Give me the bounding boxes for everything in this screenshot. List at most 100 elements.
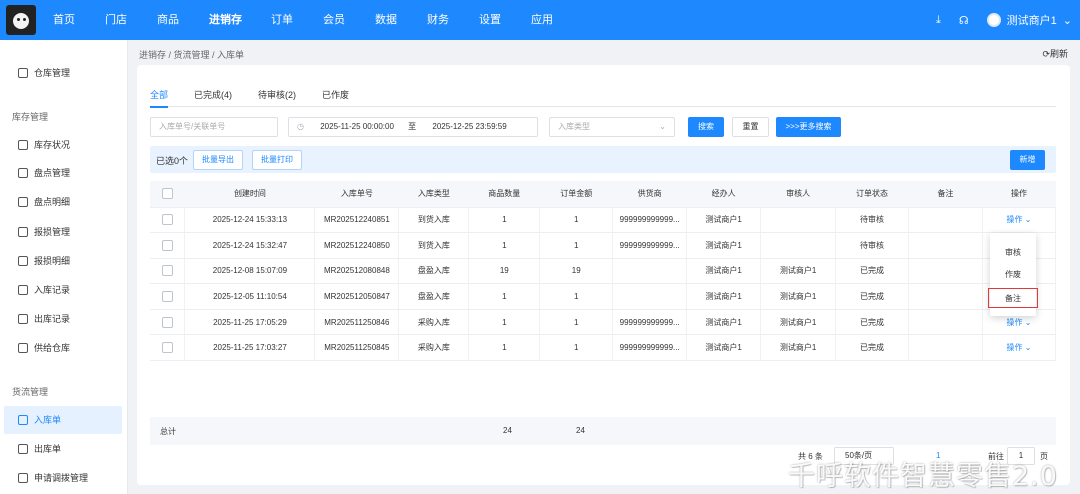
sidebar-item-inbound-order[interactable]: 入库单 — [4, 406, 122, 434]
logo-avatar[interactable] — [6, 5, 36, 35]
nav-home[interactable]: 首页 — [40, 0, 92, 40]
tab-pending[interactable]: 待审核(2) — [258, 83, 296, 107]
search-button[interactable]: 搜索 — [688, 117, 724, 137]
col-remark: 备注 — [908, 181, 983, 208]
col-amount: 订单金额 — [539, 181, 613, 208]
clock-icon: ◷ — [297, 122, 304, 131]
status-tabs: 全部 已完成(4) 待审核(2) 已作废 — [150, 83, 1056, 108]
document-icon — [18, 314, 28, 324]
chevron-down-icon: ⌄ — [659, 122, 666, 131]
tab-completed[interactable]: 已完成(4) — [194, 83, 232, 107]
inbound-type-select[interactable]: 入库类型 ⌄ — [549, 117, 675, 137]
top-navbar: 首页 门店 商品 进销存 订单 会员 数据 财务 设置 应用 ⤓ ☊ 测试商户1… — [0, 0, 1080, 40]
inbox-icon — [18, 415, 28, 425]
sidebar-item-inbound-records[interactable]: 入库记录 — [4, 276, 122, 304]
nav-data[interactable]: 数据 — [362, 0, 414, 40]
table-row: 2025-12-05 11:10:54 MR202512050847 盘盈入库 … — [150, 283, 1057, 310]
chevron-down-icon: ⌄ — [1024, 215, 1032, 225]
col-order-no: 入库单号 — [314, 181, 399, 208]
sidebar-item-outbound-order[interactable]: 出库单 — [4, 435, 122, 463]
refresh-button[interactable]: ⟳刷新 — [1042, 47, 1068, 60]
nav-orders[interactable]: 订单 — [258, 0, 310, 40]
col-handler: 经办人 — [686, 181, 761, 208]
add-new-button[interactable]: 新增 — [1010, 150, 1045, 170]
refresh-icon: ⟳ — [1042, 49, 1050, 59]
nav-apps[interactable]: 应用 — [518, 0, 570, 40]
date-range-picker[interactable]: ◷ 2025-11-25 00:00:00 至 2025-12-25 23:59… — [288, 117, 538, 137]
nav-store[interactable]: 门店 — [92, 0, 144, 40]
inbound-table: 创建时间 入库单号 入库类型 商品数量 订单金额 供货商 经办人 审核人 订单状… — [150, 181, 1057, 362]
reset-button[interactable]: 重置 — [732, 117, 769, 137]
row-action-button[interactable]: 操作 ⌄ — [982, 334, 1057, 362]
nav-goods[interactable]: 商品 — [144, 0, 196, 40]
nav-inventory[interactable]: 进销存 — [196, 0, 258, 40]
sidebar-item-loss-detail[interactable]: 报损明细 — [4, 247, 122, 275]
sidebar-section-title: 货流管理 — [12, 387, 49, 397]
sidebar-item-loss[interactable]: 报损管理 — [4, 218, 122, 246]
col-type: 入库类型 — [398, 181, 469, 208]
tab-voided[interactable]: 已作废 — [322, 83, 349, 107]
trash-icon — [18, 227, 28, 237]
menu-item-void[interactable]: 作废 — [990, 265, 1036, 285]
sidebar: 仓库管理 库存管理 库存状况 盘点管理 盘点明细 报损管理 报损明细 入库记录 … — [0, 40, 128, 494]
user-menu[interactable]: 测试商户1 ⌄ — [986, 12, 1072, 28]
document-icon — [18, 256, 28, 266]
row-checkbox[interactable] — [161, 342, 173, 354]
selection-bar: 已选0个 批量导出 批量打印 新增 — [150, 146, 1056, 173]
home-icon — [18, 168, 28, 178]
col-actions: 操作 — [982, 181, 1056, 208]
select-all-checkbox[interactable] — [161, 188, 173, 200]
sidebar-item-warehouse[interactable]: 仓库管理 — [4, 59, 122, 87]
nav-members[interactable]: 会员 — [310, 0, 362, 40]
col-created-time: 创建时间 — [184, 181, 315, 208]
table-row: 2025-12-24 15:33:13 MR202512240851 到货入库 … — [150, 207, 1057, 234]
total-amount: 24 — [576, 426, 585, 435]
sidebar-section-title: 库存管理 — [12, 112, 49, 122]
table-row: 2025-11-25 17:05:29 MR202511250846 采购入库 … — [150, 309, 1057, 336]
sidebar-item-stocktake-detail[interactable]: 盘点明细 — [4, 188, 122, 216]
row-checkbox[interactable] — [161, 239, 173, 251]
chevron-down-icon: ⌄ — [1024, 317, 1032, 327]
download-icon[interactable]: ⤓ — [936, 14, 941, 27]
chevron-down-icon: ⌄ — [1062, 14, 1072, 27]
col-status: 订单状态 — [835, 181, 909, 208]
menu-item-audit[interactable]: 审核 — [990, 243, 1036, 263]
sidebar-item-stock-status[interactable]: 库存状况 — [4, 131, 122, 159]
sidebar-item-outbound-records[interactable]: 出库记录 — [4, 305, 122, 333]
inbox-icon — [18, 444, 28, 454]
document-icon — [18, 285, 28, 295]
list-icon — [18, 473, 28, 483]
watermark-text: 千呼软件智慧零售2.0 — [788, 461, 1058, 492]
main-nav: 首页 门店 商品 进销存 订单 会员 数据 财务 设置 应用 — [40, 0, 570, 40]
table-row: 2025-12-08 15:07:09 MR202512080848 盘盈入库 … — [150, 258, 1057, 285]
batch-print-button[interactable]: 批量打印 — [252, 150, 302, 170]
row-checkbox[interactable] — [161, 291, 173, 303]
row-checkbox[interactable] — [161, 316, 173, 328]
row-action-button[interactable]: 操作 ⌄ — [982, 207, 1057, 234]
chevron-down-icon: ⌄ — [1024, 343, 1032, 353]
document-icon — [18, 197, 28, 207]
sidebar-item-stocktake[interactable]: 盘点管理 — [4, 159, 122, 187]
home-icon — [18, 68, 28, 78]
nav-finance[interactable]: 财务 — [414, 0, 466, 40]
order-search-input[interactable]: 入库单号/关联单号 — [150, 117, 278, 137]
sidebar-item-transfer[interactable]: 申请调拨管理 — [4, 464, 122, 492]
row-checkbox[interactable] — [161, 214, 173, 226]
table-row: 2025-12-24 15:32:47 MR202512240850 到货入库 … — [150, 232, 1057, 259]
table-row: 2025-11-25 17:03:27 MR202511250845 采购入库 … — [150, 334, 1057, 362]
sidebar-item-supply-warehouse[interactable]: 供给仓库 — [4, 334, 122, 362]
user-name: 测试商户1 — [1006, 15, 1057, 27]
col-supplier: 供货商 — [612, 181, 687, 208]
row-checkbox[interactable] — [161, 265, 173, 277]
headset-icon[interactable]: ☊ — [959, 14, 969, 27]
breadcrumb: 进销存 / 货流管理 / 入库单 — [139, 50, 245, 60]
total-qty: 24 — [503, 426, 512, 435]
total-row: 总计 24 24 — [150, 417, 1056, 445]
tab-all[interactable]: 全部 — [150, 83, 169, 108]
table-header: 创建时间 入库单号 入库类型 商品数量 订单金额 供货商 经办人 审核人 订单状… — [150, 181, 1056, 208]
more-search-button[interactable]: >>>更多搜索 — [776, 117, 841, 137]
batch-export-button[interactable]: 批量导出 — [193, 150, 243, 170]
home-icon — [18, 140, 28, 150]
nav-settings[interactable]: 设置 — [466, 0, 518, 40]
menu-item-remark[interactable]: 备注 — [988, 288, 1038, 308]
